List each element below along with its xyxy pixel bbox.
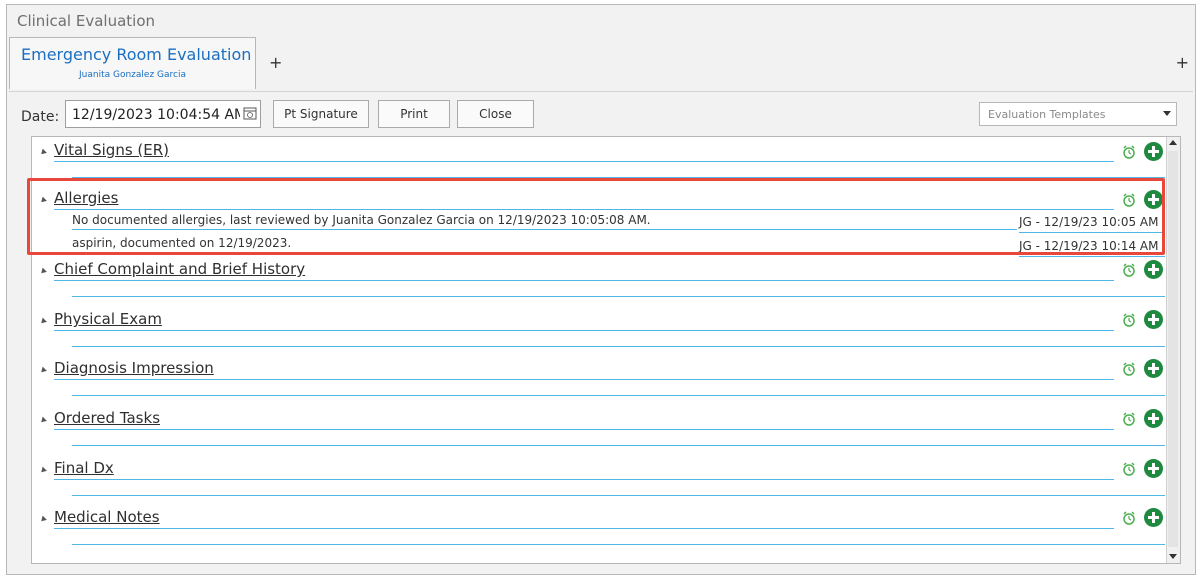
- collapse-arrow-icon[interactable]: [39, 416, 47, 425]
- section-divider: [54, 280, 1114, 281]
- entry-divider: [72, 544, 1165, 545]
- entry-divider: [72, 346, 1165, 347]
- tab-strip: Emergency Room Evaluation Juanita Gonzal…: [7, 37, 1195, 91]
- chevron-down-icon: [1163, 111, 1171, 116]
- tab-emergency-room-evaluation[interactable]: Emergency Room Evaluation Juanita Gonzal…: [9, 37, 256, 89]
- alarm-clock-icon[interactable]: [1122, 263, 1136, 277]
- collapse-arrow-icon[interactable]: [39, 148, 47, 157]
- entry-divider: [72, 495, 1165, 496]
- alarm-clock-icon[interactable]: [1122, 462, 1136, 476]
- alarm-clock-icon[interactable]: [1122, 412, 1136, 426]
- clinical-evaluation-window: Clinical Evaluation Emergency Room Evalu…: [6, 4, 1196, 575]
- add-entry-icon[interactable]: [1144, 142, 1163, 161]
- add-entry-icon[interactable]: [1144, 508, 1163, 527]
- close-button[interactable]: Close: [457, 100, 534, 128]
- section-divider: [54, 528, 1114, 529]
- alarm-clock-icon[interactable]: [1122, 511, 1136, 525]
- add-window-button[interactable]: +: [1176, 53, 1189, 72]
- collapse-arrow-icon[interactable]: [39, 317, 47, 326]
- section-title[interactable]: Ordered Tasks: [54, 409, 160, 427]
- section-divider: [54, 330, 1114, 331]
- alarm-clock-icon[interactable]: [1122, 362, 1136, 376]
- alarm-clock-icon[interactable]: [1122, 145, 1136, 159]
- pt-signature-button[interactable]: Pt Signature: [273, 100, 369, 128]
- allergies-highlight-box: [27, 178, 1165, 255]
- add-entry-icon[interactable]: [1144, 409, 1163, 428]
- scroll-up-arrow-icon[interactable]: [1169, 140, 1177, 145]
- evaluation-templates-dropdown[interactable]: Evaluation Templates: [979, 102, 1177, 126]
- add-tab-button[interactable]: +: [269, 53, 282, 72]
- toolbar: Date: 12/19/2023 10:04:54 AM Pt Signatur…: [9, 92, 1193, 132]
- calendar-clock-icon[interactable]: [243, 106, 257, 120]
- vertical-scrollbar[interactable]: [1166, 137, 1180, 563]
- section-title[interactable]: Medical Notes: [54, 508, 160, 526]
- add-entry-icon[interactable]: [1144, 459, 1163, 478]
- date-label: Date:: [21, 109, 60, 125]
- entry-divider: [1019, 256, 1165, 257]
- scrollbar-thumb[interactable]: [1168, 151, 1178, 547]
- collapse-arrow-icon[interactable]: [39, 267, 47, 276]
- date-field[interactable]: 12/19/2023 10:04:54 AM: [65, 100, 261, 128]
- add-entry-icon[interactable]: [1144, 359, 1163, 378]
- section-title[interactable]: Vital Signs (ER): [54, 141, 169, 159]
- section-divider: [54, 429, 1114, 430]
- collapse-arrow-icon[interactable]: [39, 366, 47, 375]
- evaluation-content: Date: 12/19/2023 10:04:54 AM Pt Signatur…: [9, 91, 1193, 574]
- entry-divider: [72, 445, 1165, 446]
- section-divider: [54, 379, 1114, 380]
- tab-patient-name: Juanita Gonzalez Garcia: [79, 70, 186, 80]
- section-divider: [54, 479, 1114, 480]
- section-divider: [54, 161, 1114, 162]
- print-button[interactable]: Print: [378, 100, 450, 128]
- section-title[interactable]: Chief Complaint and Brief History: [54, 260, 305, 278]
- tab-title: Emergency Room Evaluation: [21, 45, 252, 64]
- add-entry-icon[interactable]: [1144, 260, 1163, 279]
- window-title: Clinical Evaluation: [17, 12, 156, 30]
- section-title[interactable]: Physical Exam: [54, 310, 162, 328]
- add-entry-icon[interactable]: [1144, 310, 1163, 329]
- templates-placeholder: Evaluation Templates: [988, 108, 1106, 121]
- collapse-arrow-icon[interactable]: [39, 515, 47, 524]
- section-title[interactable]: Diagnosis Impression: [54, 359, 214, 377]
- scroll-down-arrow-icon[interactable]: [1169, 554, 1177, 559]
- entry-divider: [72, 296, 1165, 297]
- entry-divider: [72, 395, 1165, 396]
- alarm-clock-icon[interactable]: [1122, 313, 1136, 327]
- section-title[interactable]: Final Dx: [54, 459, 114, 477]
- date-value: 12/19/2023 10:04:54 AM: [72, 107, 240, 123]
- collapse-arrow-icon[interactable]: [39, 466, 47, 475]
